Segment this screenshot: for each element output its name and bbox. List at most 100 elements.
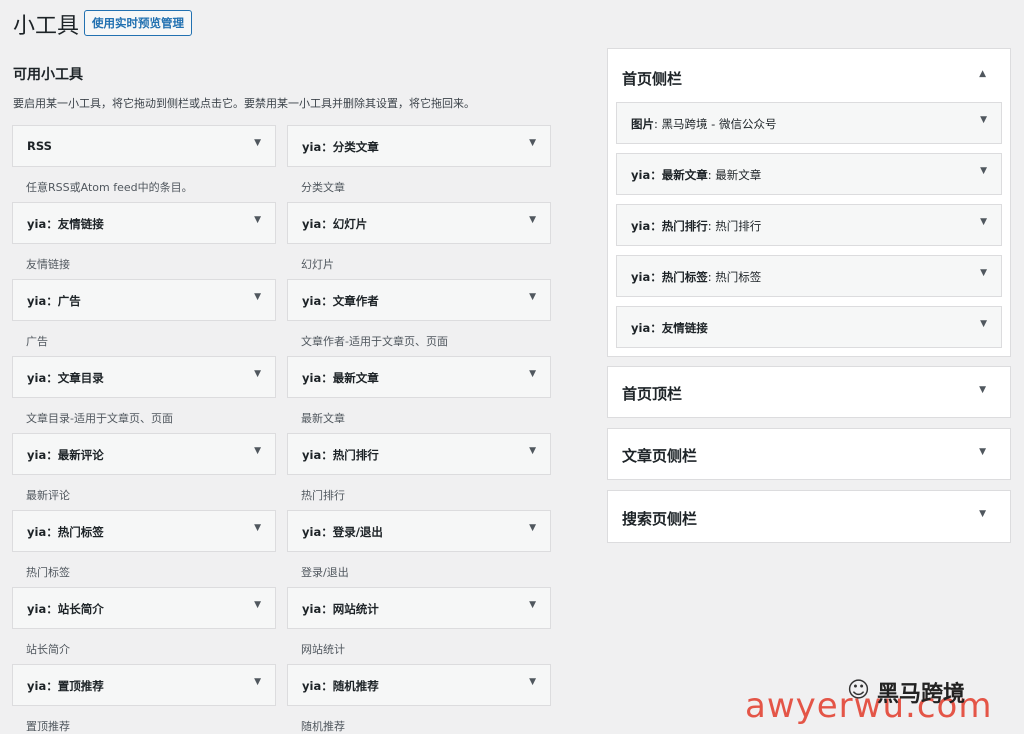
available-widget[interactable]: yia：分类文章 ▼ [287, 125, 551, 167]
expand-arrow-icon[interactable]: ▼ [254, 446, 261, 456]
available-widget[interactable]: RSS ▼ [12, 125, 276, 167]
wechat-icon: ☺ [847, 678, 870, 703]
expand-arrow-icon[interactable]: ▼ [529, 446, 536, 456]
widget-title: : 热门标签 [707, 270, 762, 284]
widget-name: yia：热门标签 [631, 270, 708, 284]
sidebar-area-article[interactable]: 文章页侧栏 ▼ [607, 428, 1011, 480]
widget-name: yia：置顶推荐 [27, 679, 104, 693]
sidebar-widget-friend-links[interactable]: yia：友情链接 ▼ [616, 306, 1002, 348]
widget-name: yia：友情链接 [27, 217, 104, 231]
widget-name: yia：网站统计 [302, 602, 379, 616]
widget-description: 最新评论 [26, 489, 70, 502]
widget-description: 幻灯片 [301, 258, 334, 271]
available-widget[interactable]: yia：网站统计 ▼ [287, 587, 551, 629]
expand-arrow-icon[interactable]: ▼ [254, 138, 261, 148]
available-widget[interactable]: yia：幻灯片 ▼ [287, 202, 551, 244]
widget-name: yia：热门排行 [302, 448, 379, 462]
widget-description: 广告 [26, 335, 48, 348]
widget-name: yia：最新文章 [302, 371, 379, 385]
expand-arrow-icon[interactable]: ▼ [529, 215, 536, 225]
sidebar-area-home-top[interactable]: 首页顶栏 ▼ [607, 366, 1011, 418]
widget-title: : 热门排行 [707, 219, 762, 233]
expand-arrow-icon[interactable]: ▼ [254, 523, 261, 533]
widget-name: yia：分类文章 [302, 140, 379, 154]
expand-arrow-icon[interactable]: ▼ [980, 217, 987, 227]
expand-arrow-icon[interactable]: ▼ [529, 600, 536, 610]
expand-arrow-icon[interactable]: ▼ [979, 385, 986, 395]
widget-name: yia：文章作者 [302, 294, 379, 308]
widget-name: 图片 [631, 117, 654, 131]
widget-description: 随机推荐 [301, 720, 345, 733]
expand-arrow-icon[interactable]: ▼ [529, 369, 536, 379]
widget-name: yia：登录/退出 [302, 525, 383, 539]
widget-description: 最新文章 [301, 412, 345, 425]
live-preview-button[interactable]: 使用实时预览管理 [84, 10, 192, 36]
available-widget[interactable]: yia：广告 ▼ [12, 279, 276, 321]
available-widget[interactable]: yia：友情链接 ▼ [12, 202, 276, 244]
watermark: awyerwu.com ☺ 黑马跨境 [745, 674, 1005, 729]
sidebar-widget-hot-ranking[interactable]: yia：热门排行: 热门排行 ▼ [616, 204, 1002, 246]
widget-description: 网站统计 [301, 643, 345, 656]
expand-arrow-icon[interactable]: ▼ [979, 509, 986, 519]
widget-name: yia：最新评论 [27, 448, 104, 462]
expand-arrow-icon[interactable]: ▼ [254, 369, 261, 379]
widget-title: : 黑马跨境 - 微信公众号 [654, 117, 777, 131]
widget-name: yia：热门排行 [631, 219, 708, 233]
available-widget[interactable]: yia：最新评论 ▼ [12, 433, 276, 475]
widget-description: 站长简介 [26, 643, 70, 656]
collapse-arrow-icon[interactable]: ▲ [979, 69, 986, 79]
sidebar-area-title[interactable]: 文章页侧栏 [622, 445, 697, 466]
expand-arrow-icon[interactable]: ▼ [979, 447, 986, 457]
expand-arrow-icon[interactable]: ▼ [529, 138, 536, 148]
widget-name: yia：热门标签 [27, 525, 104, 539]
available-widgets-title: 可用小工具 [13, 67, 83, 83]
widget-name: yia：文章目录 [27, 371, 104, 385]
available-widgets-description: 要启用某一小工具，将它拖动到侧栏或点击它。要禁用某一小工具并删除其设置，将它拖回… [13, 97, 475, 110]
expand-arrow-icon[interactable]: ▼ [980, 115, 987, 125]
expand-arrow-icon[interactable]: ▼ [254, 292, 261, 302]
available-widget[interactable]: yia：随机推荐 ▼ [287, 664, 551, 706]
widget-description: 文章作者-适用于文章页、页面 [301, 335, 448, 348]
expand-arrow-icon[interactable]: ▼ [529, 292, 536, 302]
available-widget[interactable]: yia：最新文章 ▼ [287, 356, 551, 398]
widget-description: 置顶推荐 [26, 720, 70, 733]
available-widget[interactable]: yia：热门标签 ▼ [12, 510, 276, 552]
widget-description: 任意RSS或Atom feed中的条目。 [26, 181, 193, 194]
sidebar-area-title[interactable]: 首页顶栏 [622, 383, 682, 404]
available-widget[interactable]: yia：文章目录 ▼ [12, 356, 276, 398]
widget-title: : 最新文章 [707, 168, 762, 182]
expand-arrow-icon[interactable]: ▼ [529, 677, 536, 687]
widget-name: yia：广告 [27, 294, 81, 308]
widget-name: yia：随机推荐 [302, 679, 379, 693]
expand-arrow-icon[interactable]: ▼ [254, 677, 261, 687]
sidebar-widget-latest-posts[interactable]: yia：最新文章: 最新文章 ▼ [616, 153, 1002, 195]
available-widget[interactable]: yia：登录/退出 ▼ [287, 510, 551, 552]
expand-arrow-icon[interactable]: ▼ [254, 600, 261, 610]
widget-name: yia：友情链接 [631, 321, 708, 335]
expand-arrow-icon[interactable]: ▼ [980, 166, 987, 176]
available-widget[interactable]: yia：站长简介 ▼ [12, 587, 276, 629]
watermark-brand: 黑马跨境 [877, 682, 966, 707]
widget-description: 登录/退出 [301, 566, 349, 579]
sidebar-area-home[interactable]: 首页侧栏 ▲ 图片: 黑马跨境 - 微信公众号 ▼ yia：最新文章: 最新文章… [607, 48, 1011, 357]
sidebar-area-title[interactable]: 首页侧栏 [622, 68, 682, 89]
expand-arrow-icon[interactable]: ▼ [980, 319, 987, 329]
widget-name: yia：幻灯片 [302, 217, 368, 231]
available-widget[interactable]: yia：文章作者 ▼ [287, 279, 551, 321]
widget-description: 分类文章 [301, 181, 345, 194]
expand-arrow-icon[interactable]: ▼ [980, 268, 987, 278]
page-title: 小工具 [13, 14, 80, 39]
widget-name: RSS [27, 139, 52, 153]
available-widget[interactable]: yia：热门排行 ▼ [287, 433, 551, 475]
sidebar-widget-hot-tags[interactable]: yia：热门标签: 热门标签 ▼ [616, 255, 1002, 297]
widget-description: 热门排行 [301, 489, 345, 502]
sidebar-widget-image[interactable]: 图片: 黑马跨境 - 微信公众号 ▼ [616, 102, 1002, 144]
sidebar-area-title[interactable]: 搜索页侧栏 [622, 508, 697, 529]
widget-description: 友情链接 [26, 258, 70, 271]
sidebar-area-search[interactable]: 搜索页侧栏 ▼ [607, 490, 1011, 543]
widget-description: 文章目录-适用于文章页、页面 [26, 412, 173, 425]
widget-description: 热门标签 [26, 566, 70, 579]
expand-arrow-icon[interactable]: ▼ [254, 215, 261, 225]
expand-arrow-icon[interactable]: ▼ [529, 523, 536, 533]
available-widget[interactable]: yia：置顶推荐 ▼ [12, 664, 276, 706]
